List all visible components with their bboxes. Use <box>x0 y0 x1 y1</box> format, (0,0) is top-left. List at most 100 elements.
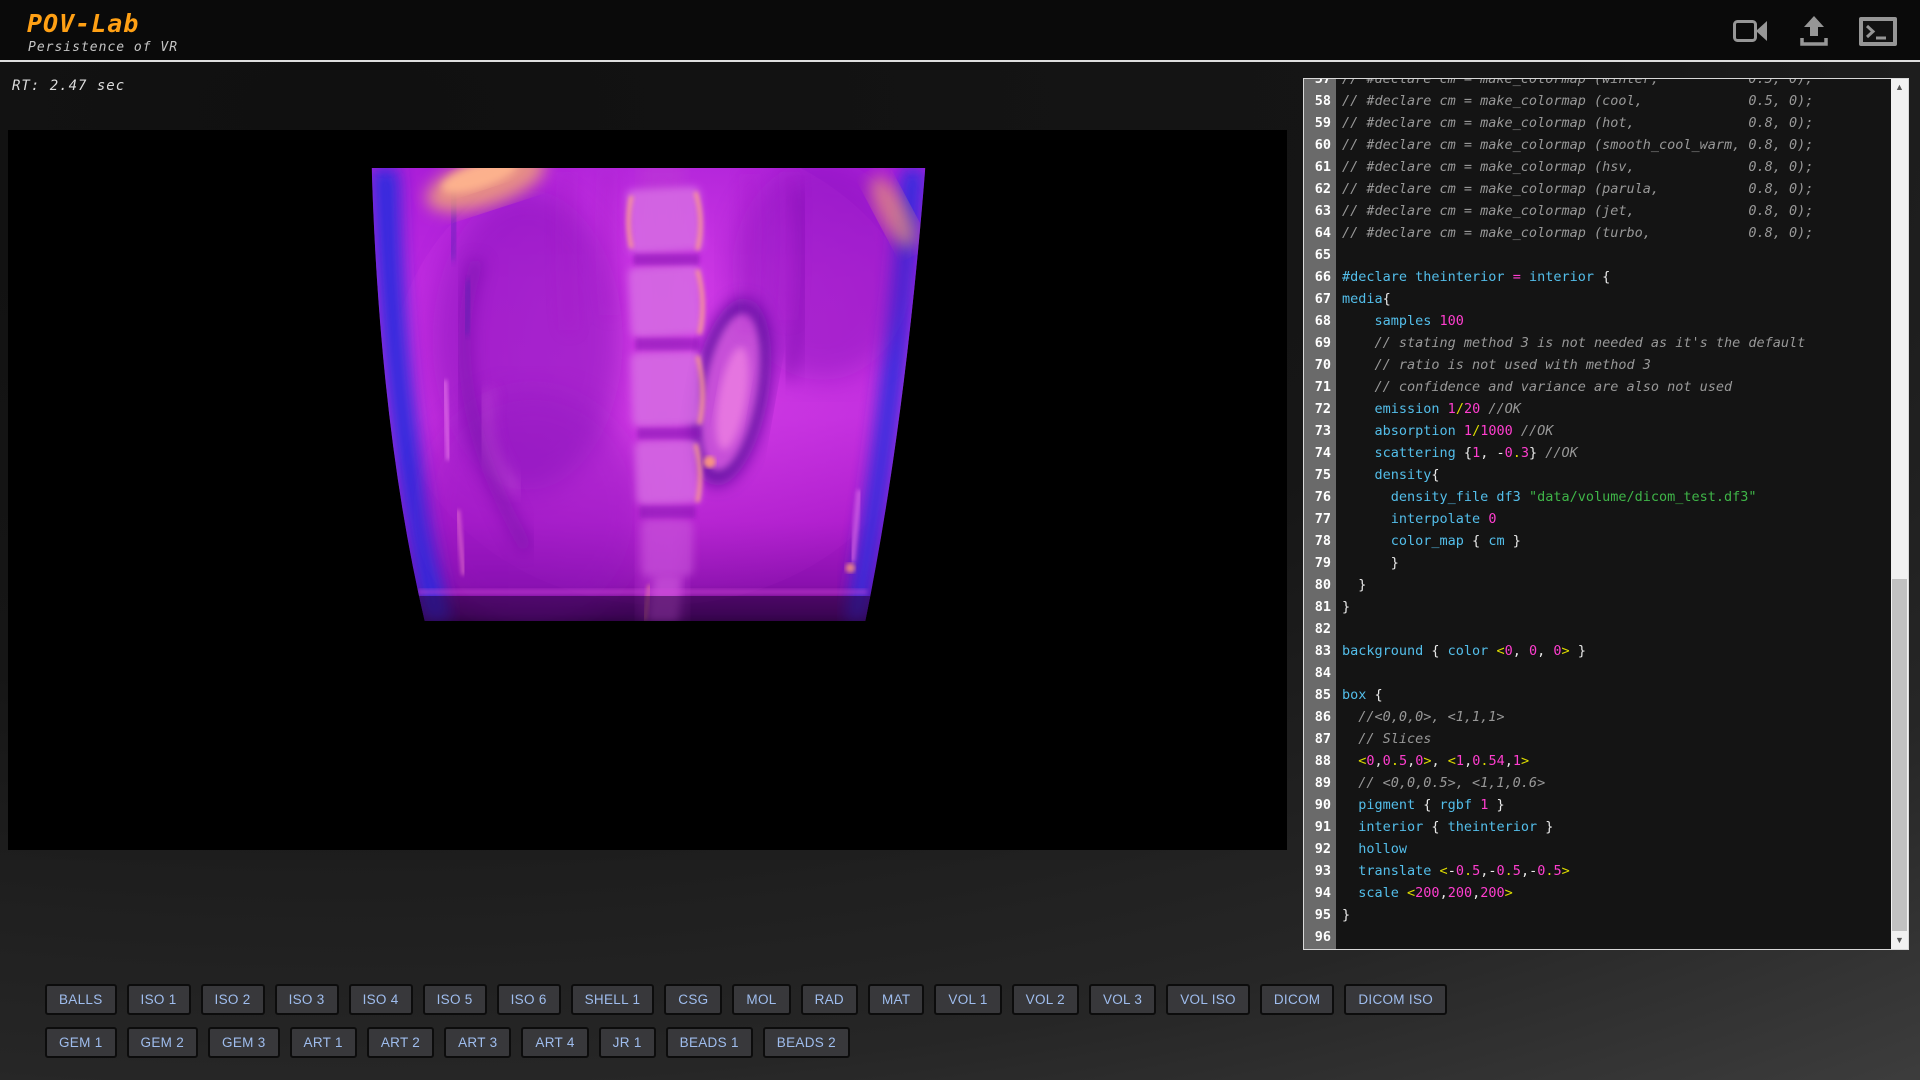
code-line: interpolate 0 <box>1342 508 1891 530</box>
scene-button-art-4[interactable]: ART 4 <box>521 1027 588 1058</box>
render-time-status: RT: 2.47 sec <box>12 78 125 94</box>
line-number: 72 <box>1304 398 1336 420</box>
code-line: } <box>1342 574 1891 596</box>
code-line: } <box>1342 596 1891 618</box>
scene-button-dicom-iso[interactable]: DICOM ISO <box>1344 984 1447 1015</box>
line-number: 71 <box>1304 376 1336 398</box>
scene-button-art-2[interactable]: ART 2 <box>367 1027 434 1058</box>
scroll-down-arrow[interactable]: ▼ <box>1891 932 1908 949</box>
line-number: 81 <box>1304 596 1336 618</box>
line-number: 73 <box>1304 420 1336 442</box>
code-line: } <box>1342 904 1891 926</box>
scene-button-beads-2[interactable]: BEADS 2 <box>763 1027 850 1058</box>
code-line: pigment { rgbf 1 } <box>1342 794 1891 816</box>
code-line <box>1342 662 1891 684</box>
code-line: // stating method 3 is not needed as it'… <box>1342 332 1891 354</box>
code-line: // #declare cm = make_colormap (hot, 0.8… <box>1342 112 1891 134</box>
scene-button-balls[interactable]: BALLS <box>45 984 117 1015</box>
line-number: 84 <box>1304 662 1336 684</box>
line-number: 64 <box>1304 222 1336 244</box>
line-number: 91 <box>1304 816 1336 838</box>
line-number: 70 <box>1304 354 1336 376</box>
code-line <box>1342 244 1891 266</box>
line-number: 83 <box>1304 640 1336 662</box>
code-line: density{ <box>1342 464 1891 486</box>
line-number: 89 <box>1304 772 1336 794</box>
code-line: absorption 1/1000 //OK <box>1342 420 1891 442</box>
line-number: 58 <box>1304 90 1336 112</box>
scene-button-csg[interactable]: CSG <box>664 984 722 1015</box>
scroll-thumb[interactable] <box>1892 579 1907 931</box>
line-number: 74 <box>1304 442 1336 464</box>
scene-button-jr-1[interactable]: JR 1 <box>599 1027 656 1058</box>
code-line: // #declare cm = make_colormap (jet, 0.8… <box>1342 200 1891 222</box>
scene-button-iso-3[interactable]: ISO 3 <box>275 984 339 1015</box>
upload-icon[interactable] <box>1796 15 1832 48</box>
code-line: density_file df3 "data/volume/dicom_test… <box>1342 486 1891 508</box>
code-line: scale <200,200,200> <box>1342 882 1891 904</box>
scene-button-iso-2[interactable]: ISO 2 <box>201 984 265 1015</box>
scene-button-gem-1[interactable]: GEM 1 <box>45 1027 117 1058</box>
line-number: 87 <box>1304 728 1336 750</box>
code-line: // Slices <box>1342 728 1891 750</box>
video-record-icon[interactable] <box>1732 17 1770 46</box>
line-number: 93 <box>1304 860 1336 882</box>
scene-button-iso-4[interactable]: ISO 4 <box>349 984 413 1015</box>
code-line: samples 100 <box>1342 310 1891 332</box>
scene-button-mat[interactable]: MAT <box>868 984 924 1015</box>
line-number: 85 <box>1304 684 1336 706</box>
code-editor[interactable]: 5758596061626364656667686970717273747576… <box>1303 78 1909 950</box>
scene-button-vol-3[interactable]: VOL 3 <box>1089 984 1156 1015</box>
code-line: // #declare cm = make_colormap (parula, … <box>1342 178 1891 200</box>
render-canvas <box>8 130 1287 850</box>
code-line: interior { theinterior } <box>1342 816 1891 838</box>
code-line <box>1342 926 1891 948</box>
line-number: 61 <box>1304 156 1336 178</box>
scene-button-gem-2[interactable]: GEM 2 <box>127 1027 199 1058</box>
scene-button-dicom[interactable]: DICOM <box>1260 984 1335 1015</box>
editor-scrollbar[interactable]: ▲ ▼ <box>1891 79 1908 949</box>
line-number: 59 <box>1304 112 1336 134</box>
line-number: 65 <box>1304 244 1336 266</box>
code-line: scattering {1, -0.3} //OK <box>1342 442 1891 464</box>
code-line: media{ <box>1342 288 1891 310</box>
code-line: emission 1/20 //OK <box>1342 398 1891 420</box>
line-number: 77 <box>1304 508 1336 530</box>
code-line: // #declare cm = make_colormap (smooth_c… <box>1342 134 1891 156</box>
scene-button-beads-1[interactable]: BEADS 1 <box>666 1027 753 1058</box>
scene-button-iso-5[interactable]: ISO 5 <box>423 984 487 1015</box>
scene-button-mol[interactable]: MOL <box>732 984 790 1015</box>
line-number: 57 <box>1304 79 1336 90</box>
scene-button-rad[interactable]: RAD <box>801 984 858 1015</box>
line-number: 90 <box>1304 794 1336 816</box>
scene-buttons-row-2: GEM 1 GEM 2 GEM 3 ART 1 ART 2 ART 3 ART 4 JR 1 B… <box>45 1027 850 1058</box>
header-toolbar <box>1732 15 1898 48</box>
scene-button-vol-iso[interactable]: VOL ISO <box>1166 984 1250 1015</box>
scene-button-iso-6[interactable]: ISO 6 <box>497 984 561 1015</box>
code-line: // #declare cm = make_colormap (cool, 0.… <box>1342 90 1891 112</box>
code-line: translate <-0.5,-0.5,-0.5> <box>1342 860 1891 882</box>
scene-button-art-3[interactable]: ART 3 <box>444 1027 511 1058</box>
line-number: 80 <box>1304 574 1336 596</box>
scene-button-iso-1[interactable]: ISO 1 <box>127 984 191 1015</box>
line-number: 60 <box>1304 134 1336 156</box>
scene-button-vol-2[interactable]: VOL 2 <box>1012 984 1079 1015</box>
code-line: // <0,0,0.5>, <1,1,0.6> <box>1342 772 1891 794</box>
terminal-icon[interactable] <box>1858 16 1898 47</box>
scene-button-vol-1[interactable]: VOL 1 <box>934 984 1001 1015</box>
scene-button-shell-1[interactable]: SHELL 1 <box>571 984 655 1015</box>
code-area[interactable]: // #declare cm = make_colormap (winter, … <box>1336 79 1891 949</box>
code-line: // #declare cm = make_colormap (turbo, 0… <box>1342 222 1891 244</box>
code-line: // #declare cm = make_colormap (winter, … <box>1342 79 1891 90</box>
code-line: // ratio is not used with method 3 <box>1342 354 1891 376</box>
line-number: 79 <box>1304 552 1336 574</box>
scene-button-art-1[interactable]: ART 1 <box>290 1027 357 1058</box>
line-number: 96 <box>1304 926 1336 948</box>
code-line: hollow <box>1342 838 1891 860</box>
app-logo: POV-Lab <box>27 9 139 38</box>
scroll-up-arrow[interactable]: ▲ <box>1891 79 1908 96</box>
line-number: 95 <box>1304 904 1336 926</box>
code-line: #declare theinterior = interior { <box>1342 266 1891 288</box>
line-number: 62 <box>1304 178 1336 200</box>
scene-button-gem-3[interactable]: GEM 3 <box>208 1027 280 1058</box>
